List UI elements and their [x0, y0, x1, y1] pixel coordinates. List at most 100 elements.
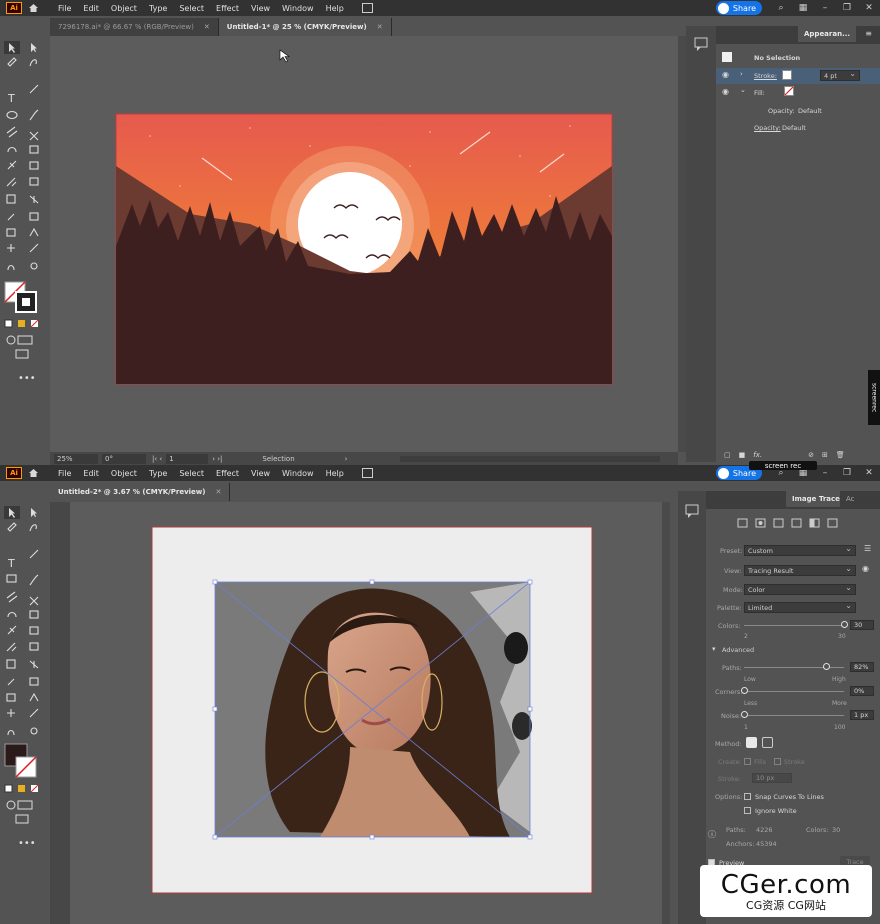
- menu-object[interactable]: Object: [111, 4, 137, 13]
- close-icon[interactable]: ✕: [858, 468, 880, 478]
- tab-document-3[interactable]: Untitled-2* @ 3.67 % (CMYK/Preview) ✕: [50, 483, 231, 501]
- menu-window[interactable]: Window: [282, 4, 314, 13]
- close-tab-icon[interactable]: ✕: [204, 23, 210, 31]
- stroke-label[interactable]: Stroke:: [754, 72, 777, 80]
- menu-edit[interactable]: Edit: [83, 469, 99, 478]
- menu-file[interactable]: File: [58, 4, 71, 13]
- restore-icon[interactable]: ❐: [836, 468, 858, 478]
- preset-menu-icon[interactable]: ☰: [864, 544, 871, 553]
- minimize-icon[interactable]: –: [814, 3, 836, 13]
- paths-slider-knob[interactable]: [822, 663, 830, 670]
- colors-slider-track[interactable]: [744, 625, 844, 626]
- rotate-select[interactable]: 0°: [102, 454, 146, 464]
- menu-select[interactable]: Select: [179, 469, 204, 478]
- close-tab-icon[interactable]: ✕: [215, 488, 221, 496]
- eye-icon[interactable]: ◉: [722, 70, 729, 79]
- menu-effect[interactable]: Effect: [216, 4, 239, 13]
- screenrec-bar[interactable]: screen rec: [749, 461, 817, 470]
- menu-help[interactable]: Help: [326, 4, 344, 13]
- paths-value[interactable]: 82%: [850, 662, 874, 672]
- menu-view[interactable]: View: [251, 4, 270, 13]
- colors-slider-knob[interactable]: [840, 621, 848, 628]
- tool-icons[interactable]: T •••: [0, 501, 46, 871]
- preset-icons[interactable]: [706, 515, 880, 533]
- fill-opacity-label[interactable]: Opacity:: [768, 107, 795, 115]
- eye-icon[interactable]: ◉: [722, 87, 729, 96]
- horizontal-scrollbar[interactable]: [400, 456, 660, 462]
- chevron-right-icon[interactable]: ›: [740, 70, 743, 78]
- new-fill-icon[interactable]: ■: [739, 451, 746, 459]
- noise-slider-track[interactable]: [744, 715, 844, 716]
- minimize-icon[interactable]: –: [814, 468, 836, 478]
- tab-document-1[interactable]: 7296178.ai* @ 66.67 % (RGB/Preview) ✕: [50, 18, 219, 36]
- corners-slider-track[interactable]: [744, 691, 844, 692]
- artboard-number[interactable]: 1: [166, 454, 209, 464]
- corners-value[interactable]: 0%: [850, 686, 874, 696]
- method-overlapping-icon[interactable]: [762, 737, 773, 748]
- arrange-icon[interactable]: [361, 468, 373, 478]
- menu-window[interactable]: Window: [282, 469, 314, 478]
- delete-icon[interactable]: 🗑: [836, 451, 845, 459]
- menu-help[interactable]: Help: [326, 469, 344, 478]
- preset-dropdown[interactable]: Custom: [744, 544, 856, 556]
- tab-document-2[interactable]: Untitled-1* @ 25 % (CMYK/Preview) ✕: [218, 18, 392, 36]
- comments-icon[interactable]: [686, 26, 716, 66]
- clear-icon[interactable]: ⊘: [808, 451, 814, 459]
- screenrec-side-badge[interactable]: screenrec: [868, 370, 880, 425]
- artboard-canvas[interactable]: [50, 36, 678, 452]
- comments-icon[interactable]: [678, 491, 706, 531]
- menu-object[interactable]: Object: [111, 469, 137, 478]
- stroke-checkbox[interactable]: [774, 758, 781, 765]
- chevron-down-icon[interactable]: ⌄: [740, 86, 746, 94]
- sunset-illustration[interactable]: [50, 36, 678, 452]
- method-abutting-icon[interactable]: [746, 737, 757, 748]
- fill-none-swatch[interactable]: [784, 86, 794, 96]
- prev-artboard-icon[interactable]: |‹ ‹: [152, 455, 162, 463]
- duplicate-icon[interactable]: ⊞: [822, 451, 828, 459]
- menu-edit[interactable]: Edit: [83, 4, 99, 13]
- portrait-artboard[interactable]: [50, 502, 670, 924]
- close-icon[interactable]: ✕: [858, 3, 880, 13]
- share-button[interactable]: Share: [715, 1, 762, 15]
- home-icon[interactable]: [26, 2, 40, 14]
- mode-dropdown[interactable]: Color: [744, 583, 856, 595]
- snap-curves-checkbox[interactable]: [744, 793, 751, 800]
- close-tab-icon[interactable]: ✕: [377, 23, 383, 31]
- home-icon[interactable]: [26, 467, 40, 479]
- advanced-chevron-icon[interactable]: ▾: [712, 645, 716, 653]
- ignore-white-checkbox[interactable]: [744, 807, 751, 814]
- opacity-label[interactable]: Opacity:: [754, 124, 781, 132]
- noise-value[interactable]: 1 px: [850, 710, 874, 720]
- stroke-width-value[interactable]: 10 px: [752, 773, 792, 783]
- menu-type[interactable]: Type: [149, 4, 167, 13]
- next-artboard-icon[interactable]: › ›|: [212, 455, 222, 463]
- fills-checkbox[interactable]: [744, 758, 751, 765]
- stroke-swatch[interactable]: [782, 70, 792, 80]
- menu-view[interactable]: View: [251, 469, 270, 478]
- colors-value[interactable]: 30: [850, 620, 874, 630]
- zoom-select[interactable]: 25%: [54, 454, 98, 464]
- menu-select[interactable]: Select: [179, 4, 204, 13]
- corners-slider-knob[interactable]: [740, 687, 748, 694]
- panel-menu-icon[interactable]: ≡: [865, 29, 872, 38]
- appearance-tab[interactable]: Appearan...: [798, 26, 857, 42]
- menu-type[interactable]: Type: [149, 469, 167, 478]
- secondary-tab[interactable]: Ac: [840, 491, 861, 507]
- status-arrow-icon[interactable]: ›: [345, 455, 348, 463]
- workspace-icon[interactable]: ▦: [792, 3, 814, 13]
- vertical-scrollbar[interactable]: [662, 502, 670, 924]
- menu-file[interactable]: File: [58, 469, 71, 478]
- view-dropdown[interactable]: Tracing Result: [744, 564, 856, 576]
- restore-icon[interactable]: ❐: [836, 3, 858, 13]
- search-icon[interactable]: ⌕: [770, 3, 792, 13]
- stroke-weight-field[interactable]: 4 pt: [820, 69, 860, 81]
- new-stroke-icon[interactable]: ▢: [724, 451, 731, 459]
- tool-icons[interactable]: T •••: [0, 36, 46, 406]
- vertical-scrollbar[interactable]: [678, 36, 686, 452]
- view-eye-icon[interactable]: ◉: [862, 564, 869, 573]
- palette-dropdown[interactable]: Limited: [744, 601, 856, 613]
- advanced-toggle[interactable]: Advanced: [722, 646, 754, 654]
- fx-button[interactable]: fx.: [753, 451, 762, 459]
- artboard-canvas[interactable]: [50, 502, 670, 924]
- noise-slider-knob[interactable]: [740, 711, 748, 718]
